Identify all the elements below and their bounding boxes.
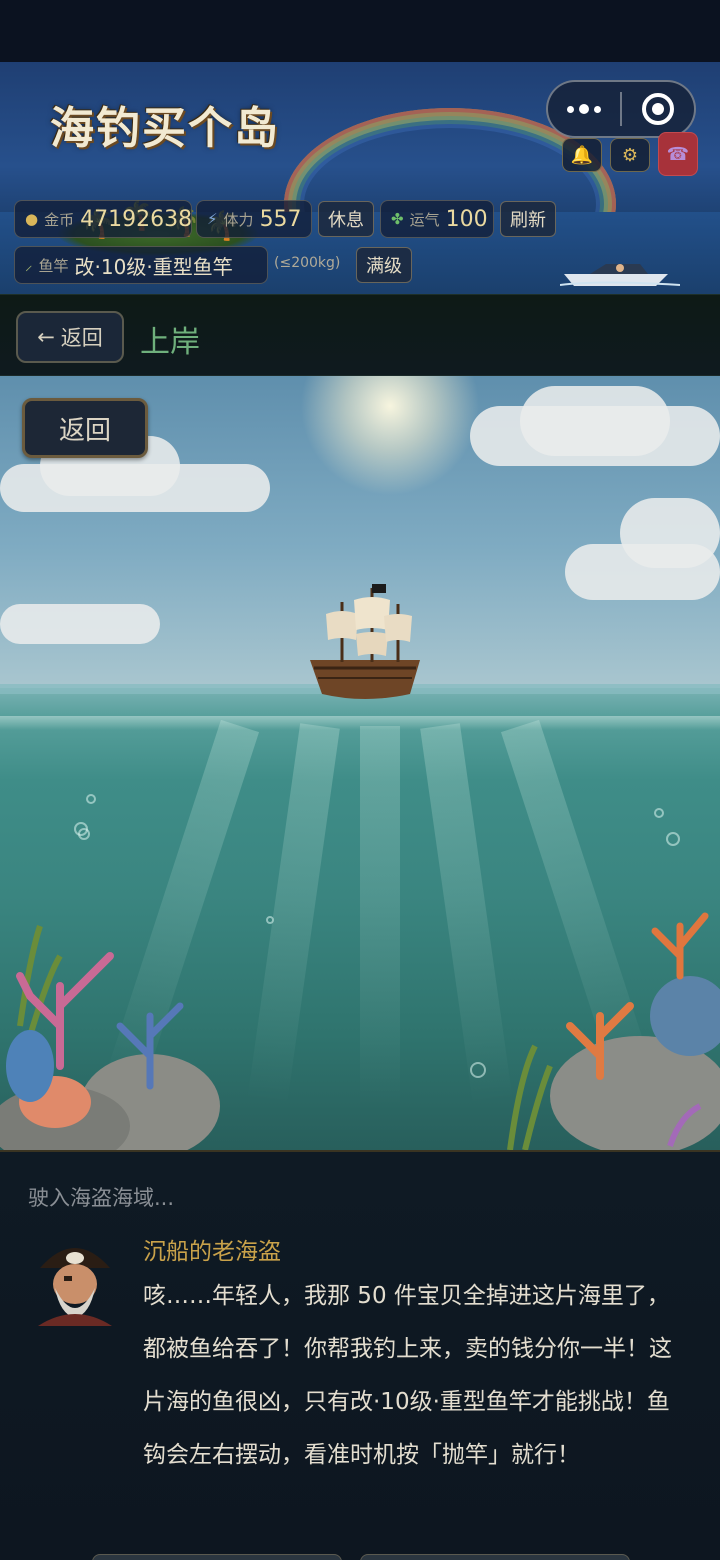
gold-stat: ● 金币 47192638	[14, 200, 192, 238]
page-title: 上岸	[140, 325, 200, 360]
speedboat-icon	[560, 264, 680, 286]
lightning-icon: ⚡	[207, 210, 218, 228]
pirate-ship-icon	[310, 584, 420, 699]
status-bar	[0, 0, 720, 62]
light-ray	[360, 726, 400, 1106]
luck-stat: ✤ 运气 100	[380, 200, 494, 238]
bubble-icon	[86, 794, 96, 804]
bottom-button-right[interactable]	[360, 1554, 630, 1560]
dialog-intro: 驶入海盗海域...	[28, 1186, 175, 1210]
cloud-icon	[620, 498, 720, 568]
coral-reef-right	[507, 912, 720, 1150]
rest-button[interactable]: 休息	[318, 201, 374, 237]
bubble-icon	[666, 832, 680, 846]
max-level-button[interactable]: 满级	[356, 247, 412, 283]
mini-program-capsule	[546, 80, 696, 138]
settings-button[interactable]: ⚙	[610, 138, 650, 172]
stamina-stat: ⚡ 体力 557	[196, 200, 312, 238]
gear-icon: ⚙	[621, 144, 639, 166]
coral-reef-left	[0, 925, 220, 1150]
target-icon	[642, 93, 674, 125]
speaker-name: 沉船的老海盗	[143, 1239, 281, 1265]
game-header: 🌴 🌴 🌴 🌴 海钓买个岛 🔔 ⚙ ☎ ● 金币 47192	[0, 62, 720, 294]
cloud-icon	[0, 604, 160, 644]
rod-capacity: (≤200kg)	[274, 255, 341, 271]
bubble-icon	[654, 808, 664, 818]
sound-button[interactable]: 🔔	[562, 138, 602, 172]
back-button[interactable]: ← 返回	[16, 311, 124, 363]
game-logo: 海钓买个岛	[50, 103, 280, 154]
scene-back-button[interactable]: 返回	[22, 398, 148, 458]
service-button[interactable]: ☎	[658, 132, 698, 176]
nav-bar: ← 返回 上岸	[0, 294, 720, 376]
refresh-button[interactable]: 刷新	[500, 201, 556, 237]
coin-icon: ●	[25, 210, 39, 228]
dialog-text: 咳……年轻人，我那 50 件宝贝全掉进这片海里了，都被鱼给吞了！你帮我钓上来，卖…	[143, 1283, 672, 1468]
bottom-button-left[interactable]	[92, 1554, 342, 1560]
more-dots-icon	[567, 104, 601, 114]
rod-stat: ⸝ 鱼竿 改·10级·重型鱼竿	[14, 246, 268, 284]
more-menu-button[interactable]	[548, 82, 620, 136]
bubble-icon	[266, 916, 274, 924]
old-pirate-avatar	[38, 1248, 112, 1326]
close-program-button[interactable]	[622, 82, 694, 136]
bell-icon: 🔔	[570, 144, 594, 166]
dialog-panel: 驶入海盗海域... 沉船的老海盗 咳……年轻人，我那 50 件宝贝全掉进这片海里…	[0, 1150, 720, 1560]
arrow-left-icon: ←	[37, 325, 55, 349]
cloud-icon	[520, 386, 670, 456]
fishing-scene[interactable]: 返回	[0, 376, 720, 1150]
phone-icon: ☎	[666, 143, 690, 165]
clover-icon: ✤	[391, 210, 404, 228]
fishing-rod-icon: ⸝	[25, 256, 33, 274]
